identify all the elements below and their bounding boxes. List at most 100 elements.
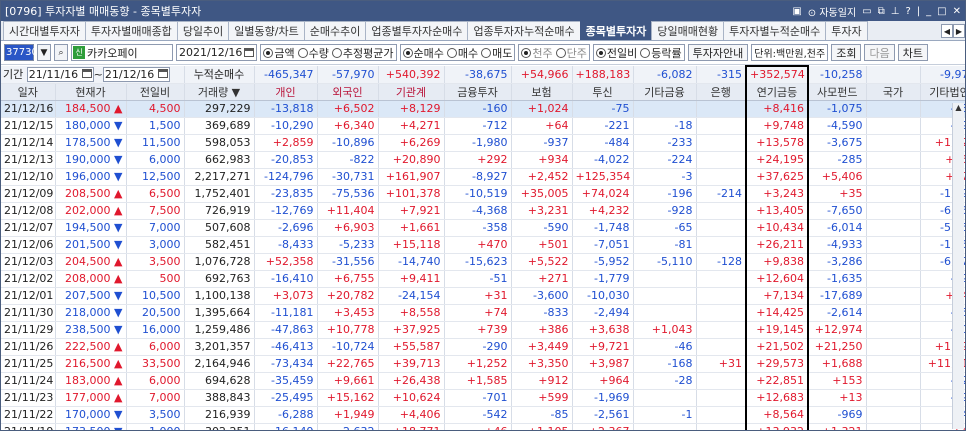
table-cell: 1,076,728 xyxy=(184,253,255,271)
table-cell xyxy=(866,321,921,339)
help-icon[interactable]: ? xyxy=(905,6,910,17)
radio-prev-diff[interactable]: 전일비 xyxy=(595,45,637,61)
tab-right-icon[interactable]: ▶ xyxy=(953,24,965,38)
column-header[interactable]: 개인 xyxy=(254,83,318,101)
table-row[interactable]: 21/12/03204,5003,5001,076,728+52,358-31,… xyxy=(1,253,965,271)
stock-code-input[interactable]: 377300 xyxy=(4,44,44,61)
table-row[interactable]: 21/12/06201,5003,000582,451-8,433-5,233+… xyxy=(1,236,965,254)
tab-0[interactable]: 시간대별투자자 xyxy=(3,21,86,40)
table-row[interactable]: 21/11/22170,0003,500216,939-6,288+1,949+… xyxy=(1,406,965,424)
radio-avg-price[interactable]: 추정평균가 xyxy=(331,45,394,61)
column-header[interactable]: 기관계 xyxy=(378,83,445,101)
table-row[interactable]: 21/11/26222,5006,0003,201,357-46,413-10,… xyxy=(1,338,965,356)
column-header[interactable]: 은행 xyxy=(696,83,747,101)
table-row[interactable]: 21/11/23177,0007,000388,843-25,495+15,16… xyxy=(1,389,965,407)
table-row[interactable]: 21/12/08202,0007,500726,919-12,769+11,40… xyxy=(1,202,965,220)
copy-icon[interactable]: ⧉ xyxy=(878,6,885,17)
table-row[interactable]: 21/12/10196,00012,5002,217,271-124,796-3… xyxy=(1,168,965,186)
column-header[interactable]: 기타법인 xyxy=(920,83,965,101)
table-row[interactable]: 21/12/01207,50010,5001,100,138+3,073+20,… xyxy=(1,287,965,305)
column-header[interactable]: 거래량 ▼ xyxy=(184,83,255,101)
table-row[interactable]: 21/12/14178,50011,500598,053+2,859-10,89… xyxy=(1,134,965,152)
code-dropdown-icon[interactable]: ▼ xyxy=(37,44,51,61)
calendar-icon[interactable] xyxy=(244,48,255,57)
calendar-icon[interactable] xyxy=(81,69,92,79)
table-row[interactable]: 21/12/15180,0001,500369,689-10,290+6,340… xyxy=(1,117,965,135)
next-button[interactable]: 다음 xyxy=(864,44,895,61)
column-header[interactable]: 투신 xyxy=(572,83,634,101)
table-row[interactable]: 21/11/30218,00020,5001,395,664-11,181+3,… xyxy=(1,304,965,322)
period-range[interactable]: 기간 21/11/16 ~21/12/16 xyxy=(1,66,185,84)
tab-4[interactable]: 순매수추이 xyxy=(303,21,367,40)
column-header[interactable]: 전일비 xyxy=(126,83,185,101)
radio-single-shares[interactable]: 단주 xyxy=(555,45,587,61)
maximize-icon[interactable]: □ xyxy=(937,6,946,17)
close-icon[interactable]: ✕ xyxy=(953,6,961,17)
cumulative-value: -9,978 xyxy=(920,66,965,84)
stock-name-field[interactable]: 신 카카오페이 xyxy=(71,44,173,61)
query-button[interactable]: 조회 xyxy=(831,44,862,61)
column-header[interactable]: 사모펀드 xyxy=(808,83,867,101)
table-cell: -233 xyxy=(633,134,697,152)
link-icon[interactable]: ▣ xyxy=(792,6,801,17)
table-row[interactable]: 21/12/16184,5004,500297,229-13,818+6,502… xyxy=(1,100,965,118)
radio-change-rate[interactable]: 등락률 xyxy=(640,45,682,61)
tab-3[interactable]: 일별동향/차트 xyxy=(228,21,305,40)
calendar-icon[interactable] xyxy=(157,69,168,79)
tab-left-icon[interactable]: ◀ xyxy=(941,24,953,38)
table-row[interactable]: 21/11/25216,50033,5002,164,946-73,434+22… xyxy=(1,355,965,373)
table-row[interactable]: 21/11/29238,50016,0001,259,486-47,863+10… xyxy=(1,321,965,339)
tab-9[interactable]: 투자자별누적순매수 xyxy=(723,21,827,40)
column-header[interactable]: 국가 xyxy=(866,83,921,101)
table-cell: +26,211 xyxy=(745,236,809,254)
table-cell: -4,590 xyxy=(808,117,867,135)
table-cell: +3,350 xyxy=(511,355,573,373)
table-row[interactable]: 21/11/24183,0006,000694,628-35,459+9,661… xyxy=(1,372,965,390)
table-cell xyxy=(866,202,921,220)
table-cell: -3,286 xyxy=(808,253,867,271)
table-row[interactable]: 21/12/02208,000500692,763-16,410+6,755+9… xyxy=(1,270,965,288)
table-row[interactable]: 21/11/19173,5001,000302,251-16,149-2,632… xyxy=(1,423,965,430)
column-header[interactable]: 보험 xyxy=(511,83,573,101)
cumulative-value: +54,966 xyxy=(511,66,573,84)
radio-net-buy[interactable]: 순매수 xyxy=(402,45,444,61)
search-icon[interactable]: ⌕ xyxy=(54,44,68,61)
radio-amount[interactable]: 금액 xyxy=(263,45,295,61)
tab-1[interactable]: 투자자별매매종합 xyxy=(84,21,178,40)
table-cell: -1,969 xyxy=(572,389,634,407)
radio-thousand-shares[interactable]: 천주 xyxy=(521,45,553,61)
tab-8[interactable]: 당일매매현황 xyxy=(651,21,725,40)
table-cell: 21/12/01 xyxy=(1,287,56,305)
table-cell: 582,451 xyxy=(184,236,255,254)
column-header[interactable]: 연기금등 xyxy=(745,83,809,101)
table-cell xyxy=(696,202,747,220)
table-cell: -484 xyxy=(572,134,634,152)
table-row[interactable]: 21/12/09208,5006,5001,752,401-23,835-75,… xyxy=(1,185,965,203)
tab-6[interactable]: 업종투자자누적순매수 xyxy=(467,21,581,40)
auto-log-button[interactable]: ⊙ 자동일지 xyxy=(808,4,856,19)
chart-button[interactable]: 차트 xyxy=(897,44,928,61)
vertical-scrollbar[interactable]: ▲ xyxy=(952,103,964,429)
table-row[interactable]: 21/12/07194,5007,000507,608-2,696+6,903+… xyxy=(1,219,965,237)
column-header[interactable]: 기타금융 xyxy=(633,83,697,101)
column-header[interactable]: 일자 xyxy=(1,83,56,101)
radio-buy[interactable]: 매수 xyxy=(446,45,478,61)
table-cell: -46 xyxy=(633,338,697,356)
column-header[interactable]: 외국인 xyxy=(317,83,379,101)
window-mode-icon[interactable]: ▭ xyxy=(862,6,871,17)
column-header[interactable]: 현재가 xyxy=(55,83,127,101)
tab-7[interactable]: 종목별투자자 xyxy=(579,21,653,40)
tab-10[interactable]: 투자자 xyxy=(825,21,868,40)
radio-sell[interactable]: 매도 xyxy=(481,45,512,61)
pin-icon[interactable]: ⊥ xyxy=(891,6,900,17)
column-header[interactable]: 금융투자 xyxy=(444,83,512,101)
minimize-icon[interactable]: _ xyxy=(926,6,931,17)
table-cell: +37,925 xyxy=(378,321,445,339)
tab-5[interactable]: 업종별투자자순매수 xyxy=(365,21,469,40)
date-input[interactable]: 2021/12/16 xyxy=(176,44,258,61)
radio-quantity[interactable]: 수량 xyxy=(297,45,329,61)
tab-2[interactable]: 당일추이 xyxy=(176,21,230,40)
table-row[interactable]: 21/12/13190,0006,000662,983-20,853-822+2… xyxy=(1,151,965,169)
scroll-up-icon[interactable]: ▲ xyxy=(953,103,964,115)
investor-info-button[interactable]: 투자자안내 xyxy=(687,44,749,61)
